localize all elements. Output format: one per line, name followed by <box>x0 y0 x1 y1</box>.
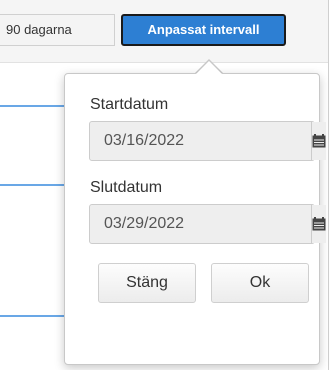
end-date-group <box>89 204 326 244</box>
end-date-label: Slutdatum <box>90 179 163 196</box>
end-calendar-button[interactable] <box>311 205 326 243</box>
panel-divider <box>328 0 329 370</box>
range-custom-button[interactable]: Anpassat intervall <box>121 14 286 46</box>
close-button[interactable]: Stäng <box>98 263 196 303</box>
date-range-picker-screen: 90 dagarna Anpassat intervall Startdatum… <box>0 0 336 370</box>
start-date-input[interactable] <box>90 122 311 160</box>
range-90-days-button[interactable]: 90 dagarna <box>0 14 115 46</box>
start-date-label: Startdatum <box>90 96 169 113</box>
range-toolbar: 90 dagarna Anpassat intervall <box>0 0 328 63</box>
end-date-input[interactable] <box>90 205 311 243</box>
chart-series-line <box>0 315 68 317</box>
start-date-group <box>89 121 326 161</box>
chart-series-line <box>0 184 68 186</box>
calendar-icon <box>312 217 326 231</box>
chart-gridline <box>0 105 68 107</box>
date-range-popover: Startdatum Slutdatum <box>64 73 326 365</box>
popover-caret-fill <box>196 61 222 74</box>
calendar-icon <box>312 134 326 148</box>
start-calendar-button[interactable] <box>311 122 326 160</box>
ok-button[interactable]: Ok <box>211 263 309 303</box>
